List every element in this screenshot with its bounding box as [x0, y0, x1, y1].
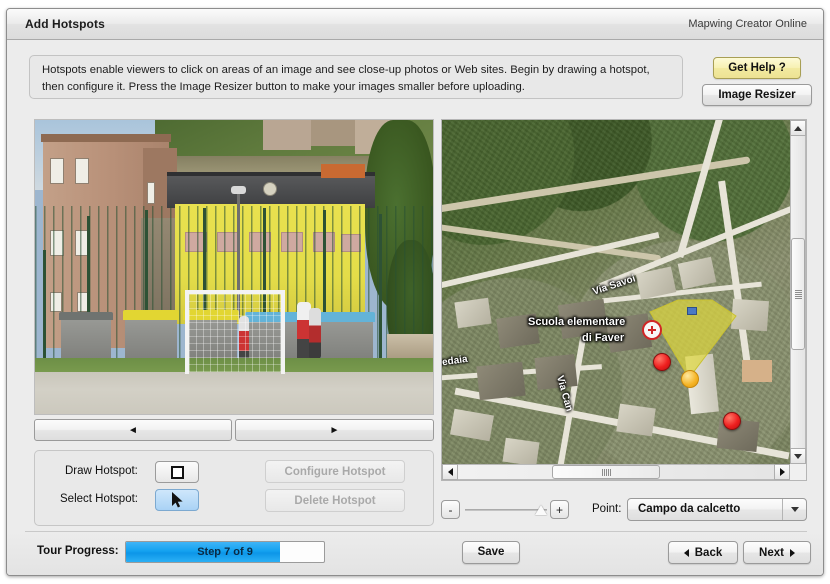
application-window: Add Hotspots Mapwing Creator Online Hots… — [6, 8, 824, 576]
orange-roof — [321, 164, 365, 178]
scroll-grip-icon — [794, 289, 802, 299]
dumpster — [125, 316, 177, 362]
back-button[interactable]: Back — [668, 541, 738, 564]
map-panel: Scuola elementare di Faver Via Savoi Via… — [441, 119, 807, 481]
brand-label: Mapwing Creator Online — [688, 18, 807, 30]
image-resizer-button[interactable]: Image Resizer — [702, 84, 812, 106]
delete-hotspot-button[interactable]: Delete Hotspot — [265, 489, 405, 512]
next-button-label: Next — [759, 546, 784, 559]
map-building — [616, 403, 656, 437]
draw-hotspot-label: Draw Hotspot: — [65, 465, 138, 477]
page-title: Add Hotspots — [25, 17, 105, 31]
hotspot-tools-panel: Draw Hotspot: Select Hotspot: Configure … — [34, 450, 434, 526]
tour-progress-bar: Step 7 of 9 — [125, 541, 325, 563]
scroll-up-button[interactable] — [790, 120, 806, 136]
goal-post-right — [281, 292, 285, 374]
court-surface — [35, 372, 433, 414]
point-dropdown[interactable]: Campo da calcetto — [627, 498, 807, 521]
point-dropdown-value: Campo da calcetto — [638, 503, 741, 515]
hotspot-photo[interactable] — [35, 120, 433, 414]
arrow-right-icon: ► — [329, 424, 340, 436]
dumpster — [61, 316, 111, 362]
camera-position-marker[interactable] — [681, 370, 699, 388]
point-label: Point: — [592, 503, 622, 515]
map-info-marker[interactable] — [687, 307, 697, 315]
scroll-grip-icon — [601, 468, 611, 476]
scroll-down-button[interactable] — [790, 448, 806, 464]
map-building — [730, 298, 770, 332]
lamp-head — [231, 186, 246, 194]
triangle-right-icon — [779, 468, 785, 476]
map-zoom-slider-handle[interactable] — [535, 505, 547, 515]
map-building — [742, 360, 772, 382]
goal-crossbar — [185, 290, 285, 294]
map-label-school-line2: di Faver — [582, 332, 625, 344]
back-button-label: Back — [694, 546, 723, 559]
triangle-left-icon — [447, 468, 453, 476]
draw-hotspot-button[interactable] — [155, 461, 199, 483]
previous-image-button[interactable]: ◄ — [34, 419, 232, 441]
map-vertical-scroll-thumb[interactable] — [791, 238, 805, 350]
beige-building-roof — [41, 134, 171, 142]
hotspot-marker-1[interactable] — [653, 353, 671, 371]
instructions-panel: Hotspots enable viewers to click on area… — [29, 55, 683, 99]
person-figure — [309, 308, 321, 360]
scroll-right-button[interactable] — [774, 464, 790, 480]
footer-bar: Tour Progress: Step 7 of 9 Save Back Nex… — [7, 532, 823, 575]
wood-pile — [387, 334, 433, 360]
triangle-left-icon — [683, 548, 689, 557]
photo-preview-panel[interactable] — [34, 119, 434, 415]
map-building — [476, 361, 526, 401]
next-button[interactable]: Next — [743, 541, 811, 564]
select-hotspot-label: Select Hotspot: — [60, 493, 138, 505]
window-pane — [50, 158, 64, 184]
get-help-button[interactable]: Get Help ? — [713, 57, 801, 79]
arrow-left-icon: ◄ — [128, 424, 138, 436]
goal-post-left — [185, 292, 189, 374]
map-building — [502, 437, 540, 464]
save-button[interactable]: Save — [462, 541, 520, 564]
goal-net — [189, 294, 281, 372]
hilltop-building-2 — [311, 120, 355, 146]
map-zoom-out-button[interactable]: - — [441, 500, 460, 519]
dumpster — [321, 318, 373, 362]
title-bar: Add Hotspots Mapwing Creator Online — [7, 9, 823, 40]
school-poi-icon — [642, 320, 662, 340]
cursor-arrow-icon — [171, 492, 183, 508]
scroll-left-button[interactable] — [442, 464, 458, 480]
triangle-right-icon — [789, 548, 795, 557]
hotspot-marker-2[interactable] — [723, 412, 741, 430]
dumpster-lid-yellow — [123, 310, 179, 320]
square-icon — [170, 465, 184, 479]
map-zoom-in-button[interactable]: + — [550, 500, 569, 519]
configure-hotspot-button[interactable]: Configure Hotspot — [265, 460, 405, 483]
window-pane — [75, 158, 89, 184]
window-pane — [147, 182, 155, 204]
triangle-up-icon — [794, 125, 802, 131]
chevron-down-icon — [782, 499, 806, 520]
next-image-button[interactable]: ► — [235, 419, 434, 441]
map-label-school-line1: Scuola elementare — [528, 316, 626, 328]
satellite-map-view[interactable]: Scuola elementare di Faver Via Savoi Via… — [442, 120, 790, 464]
dumpster-lid-blue — [319, 312, 375, 322]
triangle-down-icon — [794, 453, 802, 459]
hilltop-building-1 — [263, 120, 311, 150]
dumpster-lid — [59, 312, 113, 320]
tour-progress-text: Step 7 of 9 — [197, 546, 253, 558]
tour-progress-label: Tour Progress: — [37, 545, 119, 557]
wall-clock — [263, 182, 277, 196]
map-horizontal-scroll-thumb[interactable] — [552, 465, 660, 479]
map-building — [454, 297, 492, 329]
instructions-text: Hotspots enable viewers to click on area… — [42, 64, 650, 93]
select-hotspot-button[interactable] — [155, 489, 199, 511]
